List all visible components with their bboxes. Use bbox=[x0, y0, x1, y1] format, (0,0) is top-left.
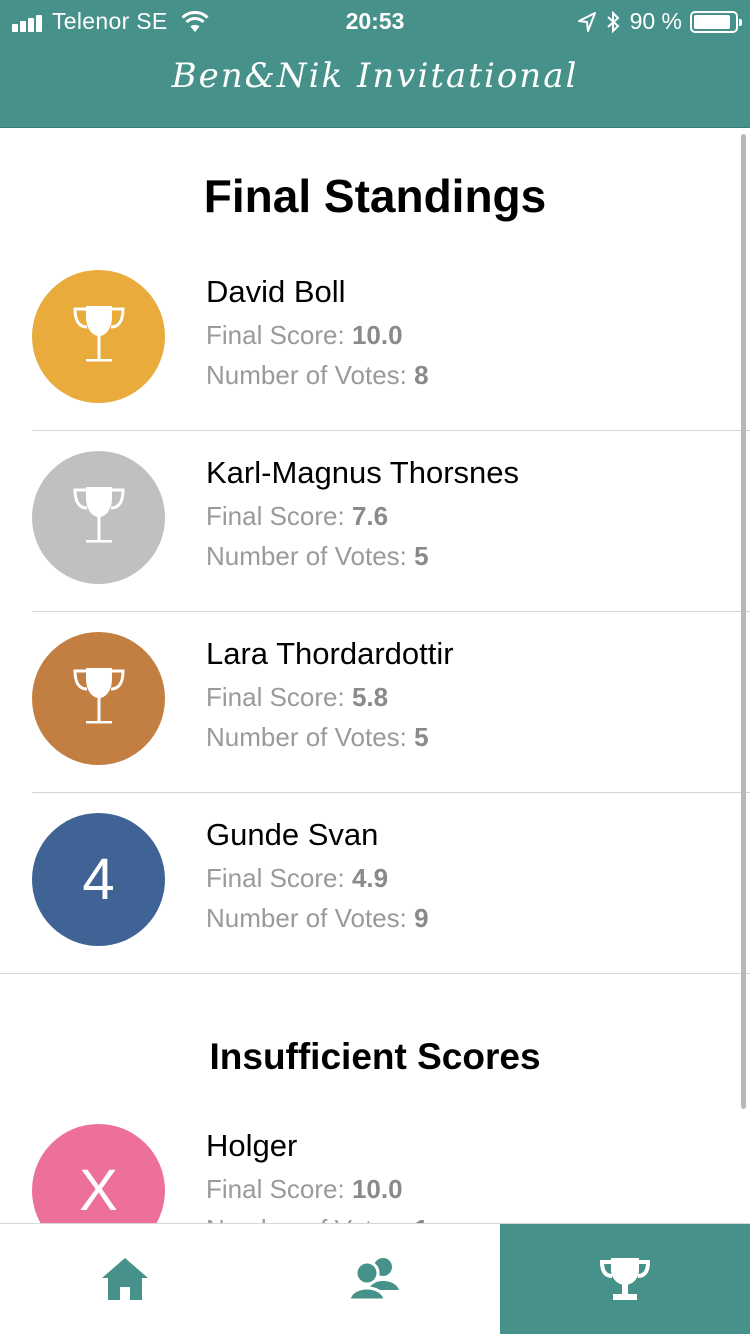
player-name: Holger bbox=[206, 1128, 298, 1163]
insufficient-scores-title: Insufficient Scores bbox=[209, 1036, 541, 1077]
vote-count-label: Number of Votes: bbox=[206, 903, 415, 933]
rank-badge: X bbox=[32, 1124, 165, 1223]
vote-count-value: 5 bbox=[414, 541, 429, 571]
rank-badge bbox=[32, 270, 165, 403]
player-name: David Boll bbox=[206, 274, 346, 309]
vote-count: Number of Votes: 9 bbox=[206, 903, 429, 934]
row-divider bbox=[0, 973, 750, 974]
home-icon bbox=[102, 1258, 148, 1300]
vote-count: Number of Votes: 8 bbox=[206, 360, 429, 391]
vote-count: Number of Votes: 5 bbox=[206, 541, 429, 572]
bluetooth-icon bbox=[606, 10, 620, 33]
scrollbar[interactable] bbox=[741, 134, 746, 1109]
final-score-value: 10.0 bbox=[351, 1174, 403, 1204]
player-name: Lara Thordardottir bbox=[206, 636, 454, 671]
player-name: Gunde Svan bbox=[206, 817, 379, 852]
standings-scroll-view[interactable]: Final Standings David Boll Final Score: 1… bbox=[0, 129, 750, 1223]
final-score-label: Final Score: bbox=[206, 501, 352, 531]
location-arrow-icon bbox=[577, 11, 596, 32]
final-score-value: 4.9 bbox=[351, 863, 389, 893]
final-score: Final Score: 10.0 bbox=[206, 320, 403, 351]
final-score: Final Score: 7.6 bbox=[206, 501, 388, 532]
final-score-value: 7.6 bbox=[351, 501, 389, 531]
tab-home[interactable] bbox=[0, 1224, 250, 1334]
final-score-label: Final Score: bbox=[206, 1174, 352, 1204]
vote-count-value: 1 bbox=[414, 1214, 428, 1223]
rank-badge: 4 bbox=[32, 813, 165, 946]
final-score: Final Score: 10.0 bbox=[206, 1174, 403, 1205]
trophy-icon bbox=[72, 305, 125, 361]
tab-bar bbox=[0, 1223, 750, 1334]
trophy-icon bbox=[599, 1258, 651, 1300]
standing-row[interactable]: Karl-Magnus Thorsnes Final Score: 7.6 Numb… bbox=[0, 431, 750, 612]
vote-count-label: Number of Votes: bbox=[206, 541, 415, 571]
final-score-value: 10.0 bbox=[351, 320, 403, 350]
final-score-value: 5.8 bbox=[351, 682, 389, 712]
tab-players[interactable] bbox=[250, 1224, 500, 1334]
vote-count-value: 5 bbox=[414, 722, 429, 752]
tab-standings[interactable] bbox=[500, 1224, 750, 1334]
vote-count-value: 8 bbox=[414, 360, 429, 390]
battery-icon bbox=[690, 10, 742, 33]
app-title: Ben&Nik Invitational bbox=[171, 56, 579, 96]
app-header: Telenor SE 20:53 90 % Ben&Nik Invitation… bbox=[0, 0, 750, 128]
vote-count-label: Number of Votes: bbox=[206, 360, 415, 390]
final-score-label: Final Score: bbox=[206, 682, 352, 712]
status-bar: Telenor SE 20:53 90 % bbox=[0, 0, 750, 42]
final-score-label: Final Score: bbox=[206, 320, 352, 350]
vote-count: Number of Votes: 5 bbox=[206, 722, 429, 753]
final-score: Final Score: 5.8 bbox=[206, 682, 388, 713]
vote-count-label: Number of Votes: bbox=[206, 1214, 414, 1223]
standing-row[interactable]: David Boll Final Score: 10.0 Number of Vot… bbox=[0, 250, 750, 431]
final-standings-title: Final Standings bbox=[203, 170, 547, 222]
trophy-icon bbox=[72, 486, 125, 542]
player-name: Karl-Magnus Thorsnes bbox=[206, 455, 520, 490]
rank-badge bbox=[32, 632, 165, 765]
rank-badge bbox=[32, 451, 165, 584]
users-icon bbox=[347, 1258, 399, 1302]
vote-count-label: Number of Votes: bbox=[206, 722, 415, 752]
battery-percent: 90 % bbox=[629, 8, 682, 34]
vote-count-value: 9 bbox=[414, 903, 429, 933]
standing-row[interactable]: Lara Thordardottir Final Score: 5.8 Number… bbox=[0, 612, 750, 793]
standing-row[interactable]: X Holger Final Score: 10.0 Number of Votes:… bbox=[0, 1104, 750, 1223]
standing-row[interactable]: 4 Gunde Svan Final Score: 4.9 Number of Vot… bbox=[0, 793, 750, 974]
final-score: Final Score: 4.9 bbox=[206, 863, 388, 894]
vote-count: Number of Votes: 1 bbox=[206, 1214, 429, 1223]
final-score-label: Final Score: bbox=[206, 863, 352, 893]
trophy-icon bbox=[72, 667, 125, 723]
